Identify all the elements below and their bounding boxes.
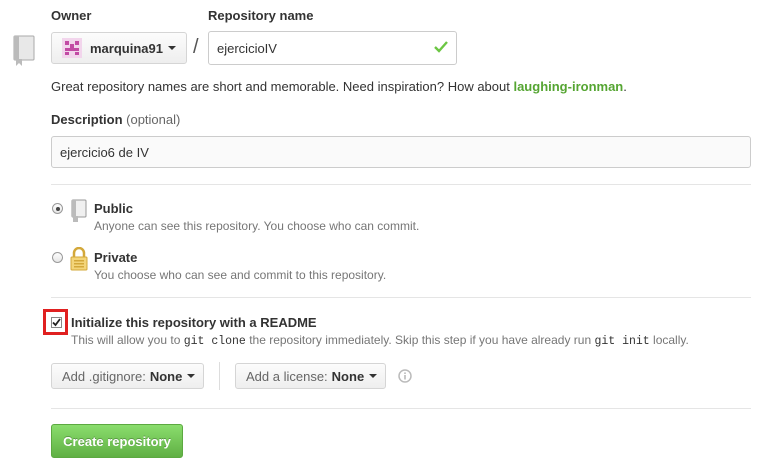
readme-desc-1: This will allow you to [71, 333, 181, 347]
readme-title: Initialize this repository with a README [71, 315, 317, 330]
repository-name-hint: Great repository names are short and mem… [51, 79, 627, 94]
private-option-desc: You choose who can see and commit to thi… [94, 268, 387, 282]
gitignore-select[interactable]: Add .gitignore: None [51, 363, 204, 389]
hint-text: Great repository names are short and mem… [51, 79, 514, 94]
owner-select[interactable]: marquina91 [51, 32, 187, 64]
owner-repo-separator: / [193, 36, 199, 58]
gitignore-value: None [149, 368, 183, 384]
owner-avatar [62, 38, 82, 58]
readme-desc-3: locally. [653, 333, 689, 347]
repository-name-label: Repository name [208, 8, 314, 23]
repository-name-input[interactable]: ejercicioIV [208, 31, 457, 65]
readme-code-init: git init [594, 335, 650, 348]
name-suggestion-link[interactable]: laughing-ironman [513, 79, 623, 94]
license-value: None [331, 368, 365, 384]
owner-name: marquina91 [90, 40, 163, 56]
divider [51, 297, 751, 298]
description-value: ejercicio6 de IV [60, 144, 149, 160]
public-repo-icon [70, 199, 88, 226]
description-input[interactable]: ejercicio6 de IV [51, 136, 751, 168]
public-option-title: Public [94, 201, 134, 216]
chevron-down-icon [369, 374, 378, 378]
gitignore-label: Add .gitignore: [62, 368, 146, 384]
hint-suffix: . [623, 79, 627, 94]
lock-icon [70, 246, 88, 274]
divider [51, 184, 751, 185]
readme-desc: This will allow you to git clone the rep… [71, 333, 689, 348]
check-icon [434, 41, 448, 56]
chevron-down-icon [167, 46, 176, 50]
owner-label: Owner [51, 8, 92, 23]
readme-desc-2: the repository immediately. Skip this st… [249, 333, 592, 347]
license-label: Add a license: [246, 368, 328, 384]
info-icon[interactable] [398, 369, 412, 386]
readme-checkbox[interactable] [51, 317, 62, 328]
create-repository-button[interactable]: Create repository [51, 424, 183, 458]
divider [51, 408, 751, 409]
readme-code-clone: git clone [183, 335, 246, 348]
private-option-title: Private [94, 250, 138, 265]
repo-icon [11, 35, 37, 70]
public-option-desc: Anyone can see this repository. You choo… [94, 219, 420, 233]
license-select[interactable]: Add a license: None [235, 363, 386, 389]
chevron-down-icon [187, 374, 196, 378]
private-radio[interactable] [52, 252, 63, 263]
repository-name-value: ejercicioIV [217, 40, 277, 56]
select-separator [219, 362, 220, 390]
public-radio[interactable] [52, 203, 63, 214]
description-label-text: Description [51, 112, 123, 127]
description-label: Description (optional) [51, 112, 180, 127]
description-optional: (optional) [126, 112, 181, 127]
